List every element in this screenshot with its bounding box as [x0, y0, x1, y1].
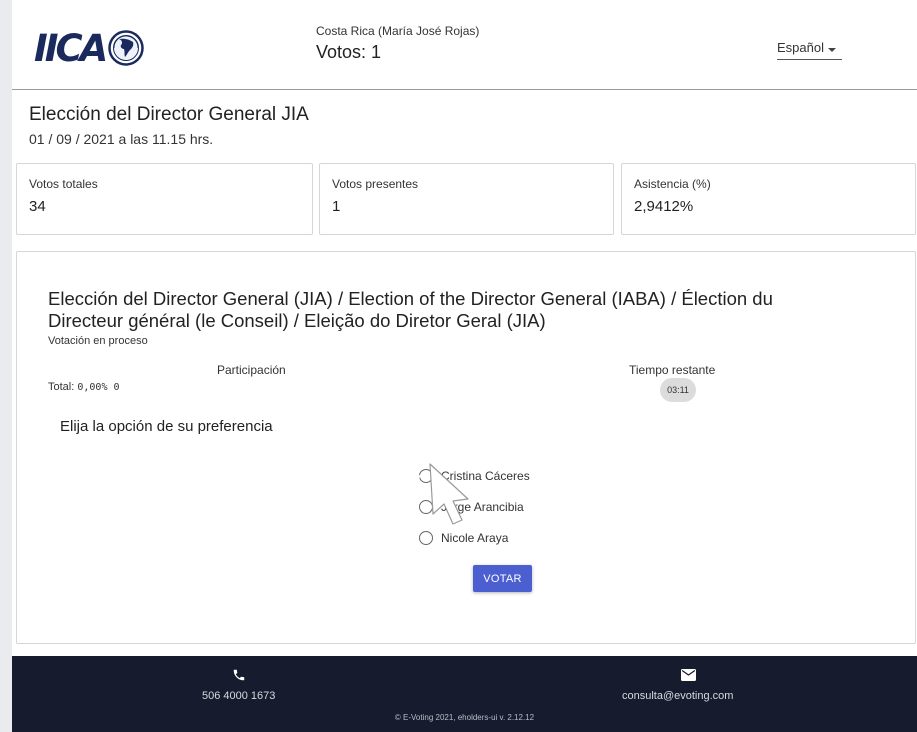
language-select[interactable]: Español	[777, 40, 842, 60]
mail-icon	[681, 669, 696, 681]
stat-label: Asistencia (%)	[634, 177, 711, 191]
footer-copyright: © E-Voting 2021, eholders-ui v. 2.12.12	[394, 713, 535, 722]
election-date: 01 / 09 / 2021 a las 11.15 hrs.	[29, 131, 214, 147]
option-item[interactable]: Nicole Araya	[419, 522, 530, 553]
instruction-text: Elija la opción de su preferencia	[60, 418, 273, 435]
option-label[interactable]: Nicole Araya	[441, 531, 508, 545]
time-remaining-label: Tiempo restante	[629, 363, 716, 377]
option-label[interactable]: Jorge Arancibia	[441, 500, 524, 514]
stat-attendance: Asistencia (%) 2,9412%	[621, 163, 916, 235]
vote-button[interactable]: VOTAR	[473, 565, 532, 592]
radio-button[interactable]	[419, 468, 433, 483]
logo-text: IICA	[34, 27, 108, 70]
iica-logo: IICA	[34, 27, 146, 71]
countdown-chip: 03:11	[660, 378, 696, 402]
stat-label: Votos totales	[29, 177, 98, 191]
options-list: Cristina Cáceres Jorge Arancibia Nicole …	[419, 460, 530, 553]
total-value: 0,00% 0	[77, 382, 120, 393]
option-item[interactable]: Cristina Cáceres	[419, 460, 530, 491]
option-label[interactable]: Cristina Cáceres	[441, 469, 530, 483]
stat-value: 34	[29, 198, 46, 215]
participation-label: Participación	[217, 363, 286, 377]
participation-total: Total: 0,00% 0	[48, 381, 120, 393]
option-item[interactable]: Jorge Arancibia	[419, 491, 530, 522]
election-title: Elección del Director General JIA	[29, 104, 309, 125]
language-label: Español	[777, 40, 824, 55]
vote-status: Votación en proceso	[48, 335, 148, 347]
ballot-card: Elección del Director General (JIA) / El…	[16, 251, 916, 644]
app-frame: IICA Costa Rica (María José Rojas) Votos…	[12, 0, 917, 732]
voter-votes: Votos: 1	[316, 42, 382, 62]
footer-phone[interactable]: 506 4000 1673	[202, 690, 275, 702]
voter-info: Costa Rica (María José Rojas) Votos: 1	[316, 24, 479, 63]
stat-value: 2,9412%	[634, 198, 694, 215]
radio-button[interactable]	[419, 530, 433, 545]
caret-down-icon	[828, 48, 836, 52]
footer: 506 4000 1673 consulta@evoting.com © E-V…	[12, 656, 917, 732]
stat-present-votes: Votos presentes 1	[319, 163, 614, 235]
total-label: Total:	[48, 381, 75, 393]
phone-icon	[233, 669, 245, 681]
question-title: Elección del Director General (JIA) / El…	[48, 288, 773, 331]
header: IICA Costa Rica (María José Rojas) Votos…	[12, 0, 917, 90]
stat-total-votes: Votos totales 34	[16, 163, 313, 235]
stat-value: 1	[332, 198, 341, 215]
stat-label: Votos presentes	[332, 177, 419, 191]
footer-email[interactable]: consulta@evoting.com	[622, 690, 733, 702]
voter-name: Costa Rica (María José Rojas)	[316, 24, 480, 38]
globe-icon	[108, 30, 144, 66]
radio-button[interactable]	[419, 499, 433, 514]
